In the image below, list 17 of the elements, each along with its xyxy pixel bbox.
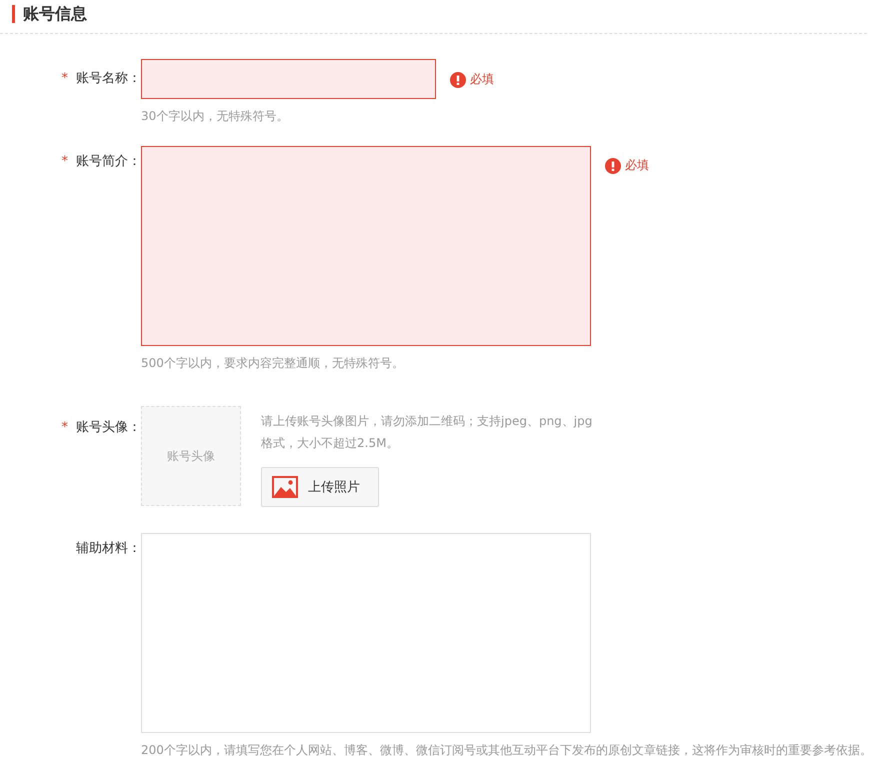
field-hint: 30个字以内，无特殊符号。	[141, 108, 290, 124]
error-message: 必填	[625, 157, 649, 174]
section-title: 账号信息	[12, 5, 867, 23]
field-label: 辅助材料：	[76, 541, 141, 557]
field-label: * 账号头像：	[62, 420, 141, 436]
input-field[interactable]	[141, 59, 436, 99]
error-message: 必填	[470, 71, 494, 88]
field-label: * 账号名称：	[62, 71, 141, 87]
text-area[interactable]	[141, 146, 591, 346]
upload-note: 请上传账号头像图片，请勿添加二维码；支持jpeg、png、jpg格式，大小不超过2.5M。	[261, 413, 594, 452]
error-icon	[605, 158, 621, 174]
field-hint: 500个字以内，要求内容完整通顺，无特殊符号。	[141, 355, 405, 371]
upload-button[interactable]: 上传照片	[261, 467, 379, 507]
field-hint: 200个字以内，请填写您在个人网站、博客、微博、微信订阅号或其他互动平台下发布的原创文章链接，这将作为审核时的重要参考依据。	[141, 742, 869, 758]
error-icon	[450, 72, 466, 88]
field-label: * 账号简介：	[62, 154, 141, 170]
image-icon	[272, 476, 298, 498]
